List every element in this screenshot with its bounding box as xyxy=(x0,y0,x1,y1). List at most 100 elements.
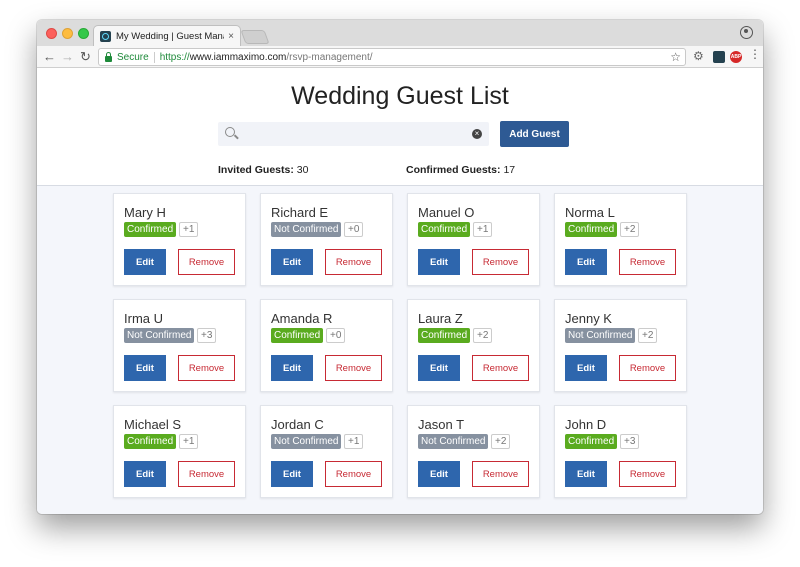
remove-button[interactable]: Remove xyxy=(472,355,529,381)
plus-one-badge: +0 xyxy=(344,222,364,237)
status-badge: Confirmed xyxy=(418,328,471,343)
remove-button[interactable]: Remove xyxy=(325,461,382,487)
guest-card: Laura Z Confirmed +2 Edit Remove xyxy=(407,299,540,392)
guest-name: Jenny K xyxy=(565,311,612,326)
guest-name: Manuel O xyxy=(418,205,475,220)
close-window-button[interactable] xyxy=(46,28,57,39)
guest-card: Norma L Confirmed +2 Edit Remove xyxy=(554,193,687,286)
tab-title: My Wedding | Guest Management xyxy=(116,31,224,42)
edit-button[interactable]: Edit xyxy=(271,355,313,381)
plus-one-badge: +0 xyxy=(326,328,346,343)
guest-name: Jason T xyxy=(418,417,465,432)
edit-button[interactable]: Edit xyxy=(124,249,166,275)
remove-button[interactable]: Remove xyxy=(472,461,529,487)
invited-guests-stat: Invited Guests: 30 xyxy=(218,164,308,176)
plus-one-badge: +2 xyxy=(620,222,640,237)
remove-button[interactable]: Remove xyxy=(325,355,382,381)
react-devtools-icon[interactable] xyxy=(713,51,725,63)
status-badge: Confirmed xyxy=(124,222,177,237)
guest-card: Michael S Confirmed +1 Edit Remove xyxy=(113,405,246,498)
guest-name: Jordan C xyxy=(271,417,324,432)
edit-button[interactable]: Edit xyxy=(565,461,607,487)
remove-button[interactable]: Remove xyxy=(619,355,676,381)
profile-icon[interactable] xyxy=(740,26,753,39)
edit-button[interactable]: Edit xyxy=(565,249,607,275)
guest-card: Jenny K Not Confirmed +2 Edit Remove xyxy=(554,299,687,392)
address-divider xyxy=(153,51,155,63)
guest-card: Jordan C Not Confirmed +1 Edit Remove xyxy=(260,405,393,498)
address-bar[interactable]: Secure https:// www.iammaximo.com /rsvp-… xyxy=(98,48,686,66)
status-badge: Not Confirmed xyxy=(271,434,342,449)
plus-one-badge: +2 xyxy=(473,328,493,343)
edit-button[interactable]: Edit xyxy=(418,249,460,275)
guest-card: Jason T Not Confirmed +2 Edit Remove xyxy=(407,405,540,498)
remove-button[interactable]: Remove xyxy=(619,461,676,487)
secure-label: Secure xyxy=(117,51,149,63)
status-badge: Not Confirmed xyxy=(565,328,636,343)
tab-close-icon[interactable]: × xyxy=(228,31,234,42)
search-box[interactable]: × xyxy=(218,122,489,146)
remove-button[interactable]: Remove xyxy=(472,249,529,275)
search-input[interactable] xyxy=(242,126,462,142)
browser-window: My Wedding | Guest Management × ← → ↻ Se… xyxy=(37,20,763,514)
minimize-window-button[interactable] xyxy=(62,28,73,39)
clear-search-icon[interactable]: × xyxy=(472,129,482,139)
plus-one-badge: +1 xyxy=(344,434,364,449)
tab-strip: My Wedding | Guest Management × xyxy=(37,20,763,47)
guest-name: Mary H xyxy=(124,205,166,220)
page-title: Wedding Guest List xyxy=(291,82,509,110)
confirmed-guests-label: Confirmed Guests: xyxy=(406,164,501,176)
browser-toolbar: ← → ↻ Secure https:// www.iammaximo.com … xyxy=(37,46,763,68)
edit-button[interactable]: Edit xyxy=(271,461,313,487)
status-badge: Not Confirmed xyxy=(271,222,342,237)
remove-button[interactable]: Remove xyxy=(325,249,382,275)
guest-name: Irma U xyxy=(124,311,163,326)
remove-button[interactable]: Remove xyxy=(619,249,676,275)
url-path: /rsvp-management/ xyxy=(286,51,373,63)
settings-gear-icon[interactable]: ⚙ xyxy=(693,49,704,63)
guest-card: Irma U Not Confirmed +3 Edit Remove xyxy=(113,299,246,392)
back-arrow-icon[interactable]: ← xyxy=(43,49,56,64)
browser-tab[interactable]: My Wedding | Guest Management × xyxy=(93,25,241,47)
guest-name: John D xyxy=(565,417,607,432)
bookmark-star-icon[interactable]: ☆ xyxy=(670,50,681,64)
new-tab-button[interactable] xyxy=(240,30,270,44)
remove-button[interactable]: Remove xyxy=(178,249,235,275)
status-badge: Confirmed xyxy=(124,434,177,449)
edit-button[interactable]: Edit xyxy=(418,355,460,381)
guest-card: Amanda R Confirmed +0 Edit Remove xyxy=(260,299,393,392)
status-badge: Not Confirmed xyxy=(124,328,195,343)
plus-one-badge: +2 xyxy=(491,434,511,449)
plus-one-badge: +2 xyxy=(638,328,658,343)
guest-card: John D Confirmed +3 Edit Remove xyxy=(554,405,687,498)
plus-one-badge: +1 xyxy=(473,222,493,237)
react-favicon-icon xyxy=(100,31,111,42)
edit-button[interactable]: Edit xyxy=(124,355,166,381)
edit-button[interactable]: Edit xyxy=(418,461,460,487)
maximize-window-button[interactable] xyxy=(78,28,89,39)
plus-one-badge: +3 xyxy=(197,328,217,343)
edit-button[interactable]: Edit xyxy=(271,249,313,275)
guest-name: Norma L xyxy=(565,205,615,220)
adblock-icon[interactable]: ABP xyxy=(730,51,742,63)
forward-arrow-icon[interactable]: → xyxy=(61,49,74,64)
invited-guests-label: Invited Guests: xyxy=(218,164,294,176)
add-guest-button[interactable]: Add Guest xyxy=(500,121,569,147)
url-scheme: https:// xyxy=(159,51,190,63)
edit-button[interactable]: Edit xyxy=(124,461,166,487)
browser-menu-icon[interactable]: ⋮ xyxy=(749,48,761,60)
edit-button[interactable]: Edit xyxy=(565,355,607,381)
confirmed-guests-count: 17 xyxy=(503,164,516,176)
plus-one-badge: +1 xyxy=(179,434,199,449)
plus-one-badge: +3 xyxy=(620,434,640,449)
guest-name: Richard E xyxy=(271,205,329,220)
guest-card: Mary H Confirmed +1 Edit Remove xyxy=(113,193,246,286)
remove-button[interactable]: Remove xyxy=(178,461,235,487)
status-badge: Not Confirmed xyxy=(418,434,489,449)
guest-card: Manuel O Confirmed +1 Edit Remove xyxy=(407,193,540,286)
remove-button[interactable]: Remove xyxy=(178,355,235,381)
invited-guests-count: 30 xyxy=(296,164,309,176)
reload-icon[interactable]: ↻ xyxy=(80,49,91,64)
page-viewport: Wedding Guest List × Add Guest Invited G… xyxy=(37,68,763,514)
guest-name: Michael S xyxy=(124,417,182,432)
